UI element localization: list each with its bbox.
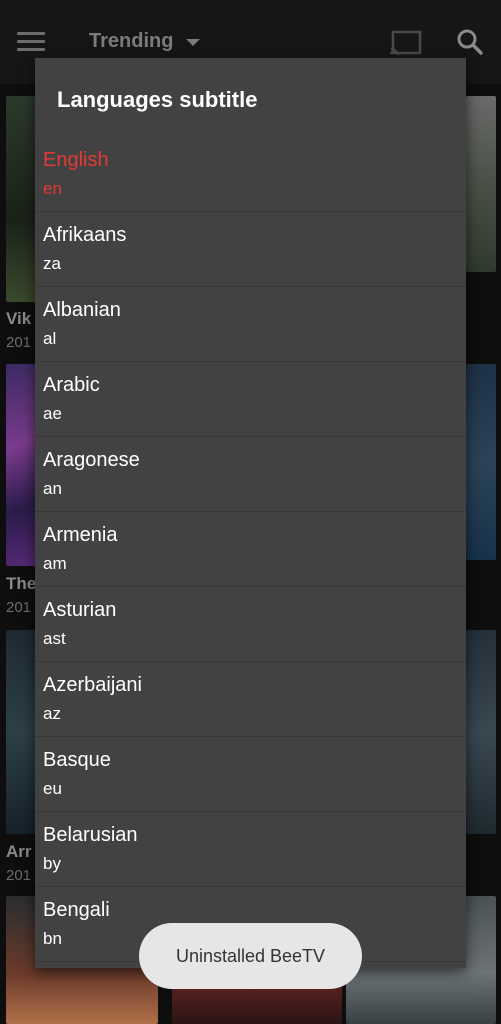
poster-year: 201 bbox=[6, 599, 32, 616]
toast-message: Uninstalled BeeTV bbox=[139, 923, 362, 989]
menu-icon[interactable] bbox=[17, 32, 45, 54]
category-title[interactable]: Trending bbox=[89, 30, 173, 53]
poster-title: Vik bbox=[6, 309, 32, 328]
language-item[interactable]: Afrikaans za bbox=[35, 212, 466, 287]
cast-icon[interactable] bbox=[390, 30, 422, 56]
language-name: Albanian bbox=[43, 299, 121, 321]
language-item[interactable]: Azerbaijani az bbox=[35, 662, 466, 737]
language-code: al bbox=[43, 329, 57, 348]
language-name: Belarusian bbox=[43, 824, 138, 846]
language-item[interactable]: Belarusian by bbox=[35, 812, 466, 887]
language-item[interactable]: Basque eu bbox=[35, 737, 466, 812]
language-code: bn bbox=[43, 929, 62, 948]
chevron-down-icon[interactable] bbox=[186, 39, 200, 46]
language-code: ae bbox=[43, 404, 62, 423]
languages-subtitle-dialog: Languages subtitle English en Afrikaans … bbox=[35, 58, 466, 968]
language-code: az bbox=[43, 704, 61, 723]
language-name: Bengali bbox=[43, 899, 110, 921]
dialog-title: Languages subtitle bbox=[57, 87, 258, 112]
language-name: Afrikaans bbox=[43, 224, 127, 246]
poster-year: 201 bbox=[6, 867, 32, 884]
language-item[interactable]: Armenia am bbox=[35, 512, 466, 587]
poster-title: Arr bbox=[6, 842, 32, 861]
language-item[interactable]: Aragonese an bbox=[35, 437, 466, 512]
language-code: by bbox=[43, 854, 61, 873]
language-item[interactable]: Asturian ast bbox=[35, 587, 466, 662]
poster-year: 201 bbox=[6, 334, 32, 351]
poster-image[interactable] bbox=[466, 630, 496, 834]
language-item[interactable]: Albanian al bbox=[35, 287, 466, 362]
language-name: English bbox=[43, 149, 109, 171]
language-code: za bbox=[43, 254, 61, 273]
search-icon[interactable] bbox=[456, 28, 484, 56]
language-name: Azerbaijani bbox=[43, 674, 142, 696]
language-code: ast bbox=[43, 629, 66, 648]
language-code: en bbox=[43, 179, 62, 198]
language-name: Asturian bbox=[43, 599, 117, 621]
language-item[interactable]: English en bbox=[35, 137, 466, 212]
poster-image[interactable] bbox=[466, 96, 496, 272]
language-name: Aragonese bbox=[43, 449, 140, 471]
poster-title: The bbox=[6, 574, 37, 593]
language-name: Armenia bbox=[43, 524, 118, 546]
language-code: an bbox=[43, 479, 62, 498]
language-item[interactable]: Arabic ae bbox=[35, 362, 466, 437]
language-list[interactable]: English en Afrikaans za Albanian al Arab… bbox=[35, 137, 466, 962]
language-name: Basque bbox=[43, 749, 111, 771]
language-name: Arabic bbox=[43, 374, 100, 396]
language-code: am bbox=[43, 554, 67, 573]
poster-image[interactable] bbox=[466, 364, 496, 560]
language-code: eu bbox=[43, 779, 62, 798]
